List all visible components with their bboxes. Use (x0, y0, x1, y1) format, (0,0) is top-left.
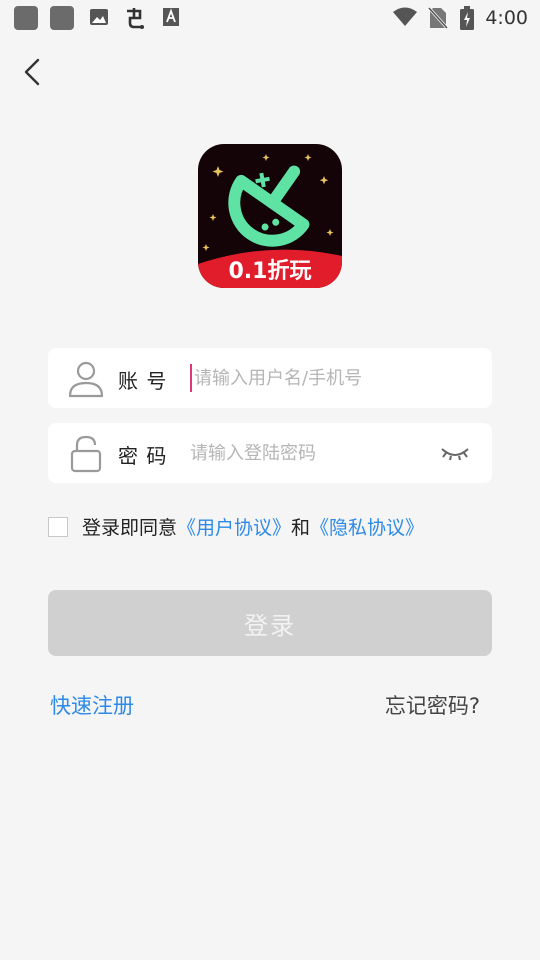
app-icon (14, 6, 38, 30)
app-logo: 0.1折玩 (198, 144, 342, 288)
user-icon (68, 361, 104, 398)
eye-closed-icon[interactable] (440, 441, 470, 465)
text-cursor (190, 364, 192, 392)
login-button[interactable]: 登录 (48, 590, 492, 656)
wifi-icon (393, 7, 417, 26)
agreement-conjunction: 和 (291, 517, 311, 539)
account-input[interactable] (194, 358, 424, 398)
quick-register-link[interactable]: 快速注册 (50, 690, 134, 720)
logo-text: 0.1折玩 (229, 259, 312, 284)
no-sim-icon (428, 6, 448, 30)
font-icon (163, 8, 179, 26)
status-bar: 4:00 (0, 0, 540, 36)
lock-icon (70, 435, 102, 473)
password-input[interactable] (190, 433, 420, 473)
account-label: 账 号 (118, 369, 168, 393)
app-icon (50, 6, 74, 30)
clock-time: 4:00 (485, 7, 528, 29)
back-arrow-icon[interactable] (18, 54, 50, 90)
user-agreement-link[interactable]: 《用户协议》 (177, 517, 291, 539)
agreement-prefix: 登录即同意 (82, 517, 178, 539)
privacy-agreement-link[interactable]: 《隐私协议》 (310, 517, 424, 539)
agreement-text: 登录即同意《用户协议》和《隐私协议》 (82, 513, 424, 540)
account-field[interactable]: 账 号 (48, 348, 492, 408)
battery-charging-icon (460, 6, 474, 30)
password-label: 密 码 (118, 444, 168, 468)
game-icon (127, 8, 144, 29)
forgot-password-link[interactable]: 忘记密码? (385, 690, 480, 720)
agreement-checkbox[interactable] (48, 517, 68, 537)
password-field[interactable]: 密 码 (48, 423, 492, 483)
image-icon (90, 9, 108, 25)
